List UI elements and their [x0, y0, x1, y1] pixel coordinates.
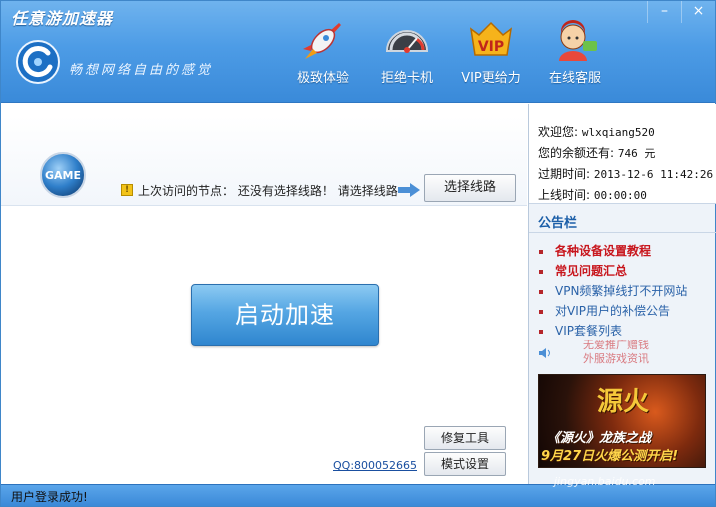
header-bar[interactable]: 任意游加速器 – × 畅想网络自由的感觉 极致体验 拒绝卡机 VIP VIP更给… [1, 1, 715, 103]
expire-row: 过期时间: 2013-12-6 11:42:26 [538, 164, 716, 185]
bullet-icon [539, 309, 543, 314]
notice-title: 公告栏 [538, 216, 578, 231]
mode-settings-button[interactable]: 模式设置 [424, 452, 506, 476]
notice-item-label: 各种设备设置教程 [555, 244, 652, 258]
scroll-line: 无爱推广赠钱 [583, 340, 649, 351]
main-panel: GAME ! 上次访问的节点： 还没有选择线路！ 请选择线路 选择线路 启动加速… [1, 104, 527, 484]
route-hint: 请选择线路 [337, 184, 398, 198]
notice-item[interactable]: 对VIP用户的补偿公告 [539, 301, 714, 321]
bullet-icon [539, 249, 543, 254]
watermark: jingyan.baidu.com [554, 475, 656, 488]
bullet-icon [539, 329, 543, 334]
balance-row: 您的余额还有: 746 元 [538, 143, 716, 164]
game-ad-banner[interactable]: 源火 《源火》龙族之战 9月27日火爆公测开启! [538, 374, 706, 468]
expire-label: 过期时间: [538, 167, 591, 181]
notice-item-label: 常见问题汇总 [555, 264, 628, 278]
route-panel: GAME ! 上次访问的节点： 还没有选择线路！ 请选择线路 选择线路 [1, 116, 527, 206]
repair-tool-button[interactable]: 修复工具 [424, 426, 506, 450]
online-row: 上线时间: 00:00:00 [538, 185, 716, 206]
route-status: 上次访问的节点： 还没有选择线路！ 请选择线路 [138, 182, 398, 199]
notice-list: 各种设备设置教程 常见问题汇总 VPN频繁掉线打不开网站 对VIP用户的补偿公告… [539, 241, 714, 341]
last-node-label: 上次访问的节点： [138, 184, 235, 198]
notice-item[interactable]: VPN频繁掉线打不开网站 [539, 281, 714, 301]
close-button[interactable]: × [681, 1, 715, 23]
speedometer-icon [385, 30, 429, 53]
notice-item[interactable]: 各种设备设置教程 [539, 241, 714, 261]
banner-date: 9月27日火爆公测开启! [541, 449, 679, 464]
notice-item-label: VPN频繁掉线打不开网站 [555, 284, 688, 298]
online-value: 00:00:00 [593, 189, 647, 202]
nav-label: VIP更给力 [461, 71, 521, 86]
balance-value: 746 元 [617, 147, 656, 160]
status-text: 用户登录成功! [11, 490, 88, 504]
app-window: 任意游加速器 – × 畅想网络自由的感觉 极致体验 拒绝卡机 VIP VIP更给… [0, 0, 716, 507]
online-label: 上线时间: [538, 188, 591, 202]
nav-item-customer-service[interactable]: 在线客服 [533, 15, 617, 87]
game-badge-label: GAME [45, 169, 81, 182]
welcome-row: 欢迎您: wlxqiang520 [538, 122, 716, 143]
banner-subtitle: 《源火》龙族之战 [547, 431, 652, 446]
app-logo-icon [16, 40, 60, 84]
bullet-icon [539, 289, 543, 294]
nav-item-no-lag[interactable]: 拒绝卡机 [365, 15, 449, 87]
scrolling-text[interactable]: 无爱推广赠钱 外服游戏资讯 [583, 340, 649, 366]
vip-icon: VIP [469, 21, 513, 56]
banner-title: 源火 [597, 387, 650, 417]
divider [529, 232, 716, 233]
start-acceleration-button[interactable]: 启动加速 [191, 284, 379, 346]
scrolling-notice: 无爱推广赠钱 外服游戏资讯 [539, 340, 709, 366]
bullet-icon [539, 269, 543, 274]
nav-label: 拒绝卡机 [380, 71, 433, 86]
scroll-line: 外服游戏资讯 [583, 352, 649, 365]
rocket-icon [303, 23, 341, 59]
notice-item-label: 对VIP用户的补偿公告 [555, 304, 670, 318]
nav-item-experience[interactable]: 极致体验 [281, 15, 365, 87]
side-panel: 欢迎您: wlxqiang520 您的余额还有: 746 元 过期时间: 201… [528, 104, 716, 484]
minimize-button[interactable]: – [647, 1, 681, 23]
svg-text:VIP: VIP [478, 39, 504, 55]
balance-label: 您的余额还有: [538, 146, 615, 160]
select-route-button[interactable]: 选择线路 [424, 174, 516, 202]
nav-label: 极致体验 [296, 71, 349, 86]
speaker-icon [539, 348, 550, 358]
customer-service-icon [559, 20, 597, 61]
last-node-value: 还没有选择线路！ [237, 184, 334, 198]
qq-link[interactable]: QQ:800052665 [333, 459, 417, 472]
app-slogan: 畅想网络自由的感觉 [69, 63, 214, 78]
window-controls: – × [647, 1, 715, 23]
top-nav: 极致体验 拒绝卡机 VIP VIP更给力 在线客服 [281, 15, 617, 87]
notice-item-label: VIP套餐列表 [555, 324, 622, 338]
welcome-label: 欢迎您: [538, 125, 579, 139]
notice-icon: ! [121, 184, 133, 196]
nav-item-vip[interactable]: VIP VIP更给力 [449, 15, 533, 87]
expire-value: 2013-12-6 11:42:26 [593, 168, 714, 181]
notice-item[interactable]: 常见问题汇总 [539, 261, 714, 281]
app-title: 任意游加速器 [11, 9, 114, 28]
game-badge-icon: GAME [40, 152, 86, 198]
arrow-right-icon [398, 183, 420, 197]
username: wlxqiang520 [581, 126, 655, 139]
nav-label: 在线客服 [548, 71, 601, 86]
account-info: 欢迎您: wlxqiang520 您的余额还有: 746 元 过期时间: 201… [529, 104, 716, 204]
notice-item[interactable]: VIP套餐列表 [539, 321, 714, 341]
